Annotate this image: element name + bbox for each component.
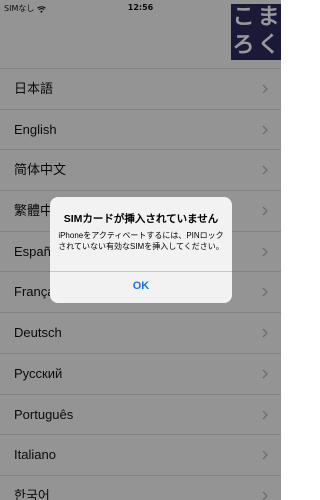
no-sim-alert: SIMカードが挿入されていません iPhoneをアクティベートするには、PINロ… bbox=[50, 197, 232, 303]
ok-button[interactable]: OK bbox=[50, 272, 232, 303]
alert-message: iPhoneをアクティベートするには、PINロックされていない有効なSIMを挿入… bbox=[58, 231, 224, 251]
activation-screen: SIMなし 12:56 こ ま ろ く 日本語 English 简体中文 繁體中… bbox=[0, 0, 281, 500]
alert-title: SIMカードが挿入されていません bbox=[63, 213, 219, 225]
